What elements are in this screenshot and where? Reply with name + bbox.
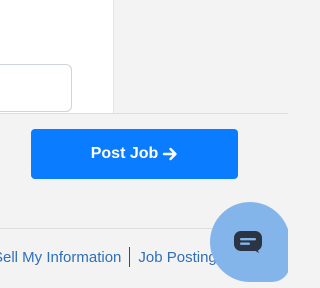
panel-bottom-border xyxy=(0,113,288,114)
chat-icon xyxy=(233,230,263,254)
post-job-label: Post Job xyxy=(90,145,159,162)
form-panel xyxy=(0,0,113,113)
footer-separator xyxy=(129,247,131,267)
footer-link-sell-my-information[interactable]: Sell My Information xyxy=(0,249,121,266)
page: Post Job Sell My Information Job Posting… xyxy=(0,0,288,288)
text-input[interactable] xyxy=(0,64,72,112)
chat-launcher-button[interactable] xyxy=(210,202,288,282)
arrow-right-icon xyxy=(162,146,178,162)
post-job-button[interactable]: Post Job xyxy=(31,129,238,179)
right-panel xyxy=(114,0,288,113)
